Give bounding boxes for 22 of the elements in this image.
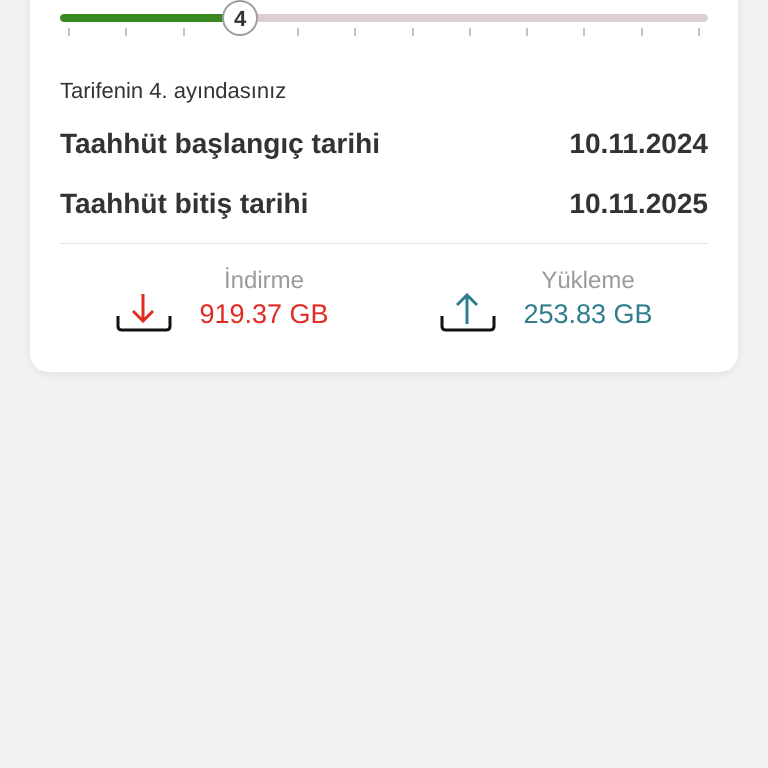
usage-value: 253.83 GB xyxy=(523,298,653,331)
tick-mark xyxy=(640,28,643,36)
progress-thumb[interactable]: 4 xyxy=(222,0,258,36)
tick-mark xyxy=(354,28,356,36)
tick-mark xyxy=(526,28,528,36)
tick-mark xyxy=(125,28,128,36)
tick-mark xyxy=(297,28,300,36)
month-note: Tarifenin 4. ayındasınız xyxy=(60,77,288,105)
date-value: 10.11.2024 xyxy=(569,127,708,161)
tick-mark xyxy=(468,28,471,36)
date-value: 10.11.2025 xyxy=(569,187,708,221)
tick-mark xyxy=(412,28,414,36)
tick-mark xyxy=(68,28,70,36)
tick-mark xyxy=(583,28,586,36)
tick-mark xyxy=(182,28,185,36)
upload-icon xyxy=(439,290,498,332)
date-label: Taahhüt bitiş tarihi xyxy=(60,187,308,221)
date-label: Taahhüt başlangıç tarihi xyxy=(60,127,380,161)
tick-mark xyxy=(698,28,700,36)
usage-label: İndirme xyxy=(224,266,304,296)
usage-value: 919.37 GB xyxy=(199,298,329,331)
usage-label: Yükleme xyxy=(541,266,635,296)
